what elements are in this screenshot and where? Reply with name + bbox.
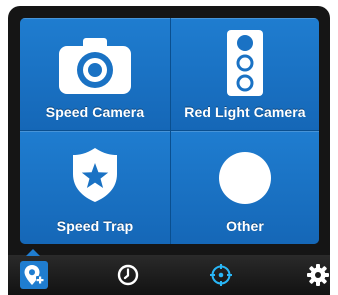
add-location-icon — [24, 265, 44, 285]
red-light-camera-label: Red Light Camera — [184, 104, 306, 120]
speed-trap-tile[interactable]: Speed Trap — [20, 131, 170, 244]
speed-trap-label: Speed Trap — [56, 218, 134, 234]
shield-star-icon — [73, 148, 117, 202]
speed-camera-tile[interactable]: Speed Camera — [20, 18, 170, 130]
report-grid: Speed Camera Red Light Camera Speed Trap — [20, 18, 319, 244]
other-label: Other — [226, 218, 264, 234]
selected-indicator — [26, 249, 40, 256]
tab-locate[interactable] — [189, 255, 253, 295]
tab-history[interactable] — [96, 255, 160, 295]
camera-icon — [59, 38, 131, 94]
gear-icon — [307, 264, 329, 286]
tab-bar — [8, 249, 330, 295]
tab-add-location[interactable] — [12, 249, 76, 295]
circle-icon — [219, 152, 271, 204]
clock-icon — [117, 264, 139, 286]
speed-camera-label: Speed Camera — [45, 104, 145, 120]
tab-settings[interactable] — [276, 255, 330, 295]
app-frame: Speed Camera Red Light Camera Speed Trap — [8, 6, 330, 295]
crosshair-icon — [210, 264, 232, 286]
red-light-camera-tile[interactable]: Red Light Camera — [171, 18, 319, 130]
traffic-light-icon — [227, 30, 263, 96]
other-tile[interactable]: Other — [171, 131, 319, 244]
